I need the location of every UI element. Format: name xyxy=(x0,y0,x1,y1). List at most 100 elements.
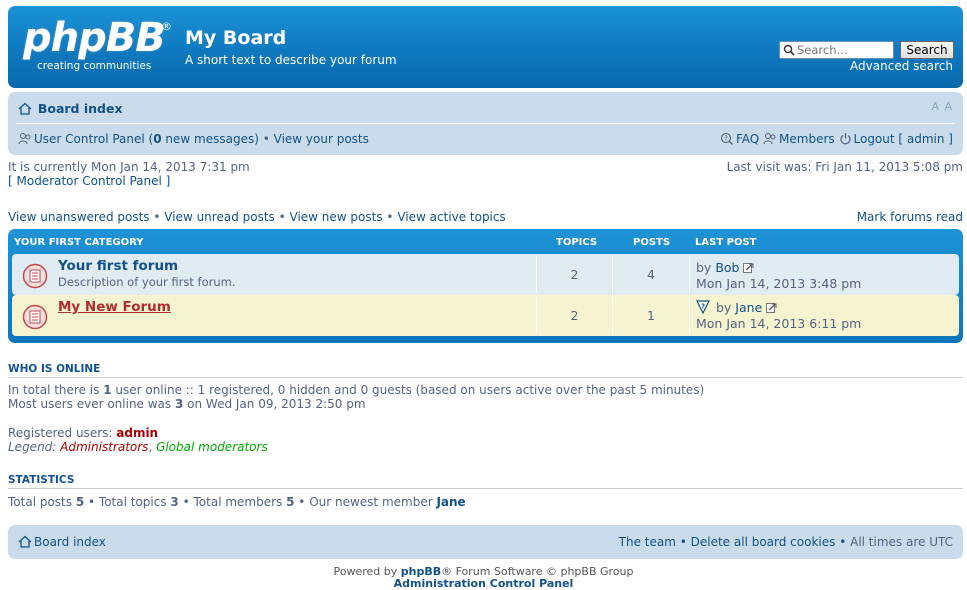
the-team-link[interactable]: The team xyxy=(619,535,676,549)
forum-list: Your first category Topics Posts Last po… xyxy=(8,229,963,343)
search-box: Search xyxy=(779,41,954,59)
who-is-online-link[interactable]: Who is online xyxy=(8,363,100,375)
quick-links: View unanswered posts • View unread post… xyxy=(8,210,506,224)
category-title[interactable]: Your first category xyxy=(14,237,144,248)
new-messages-suffix: new messages) xyxy=(161,132,259,146)
members-link[interactable]: Members xyxy=(779,132,835,146)
font-resize-icon[interactable]: A A xyxy=(931,100,953,113)
forum-posts-count: 4 xyxy=(612,256,689,293)
forum-topics-count: 2 xyxy=(536,297,612,334)
board-index-link[interactable]: Board index xyxy=(38,101,123,116)
ucp-label: User Control Panel ( xyxy=(34,132,154,146)
forum-last-post: by Bob Mon Jan 14, 2013 3:48 pm xyxy=(689,256,959,293)
statistics-heading: Statistics xyxy=(8,474,963,489)
search-input[interactable] xyxy=(779,41,894,59)
navbar-divider xyxy=(16,123,955,124)
board-links: ? FAQ Members Logout [ admin ] xyxy=(720,132,953,148)
last-post-date: Mon Jan 14, 2013 6:11 pm xyxy=(696,316,862,331)
forum-list-header: Your first category Topics Posts Last po… xyxy=(8,235,963,251)
newest-member-link[interactable]: Jane xyxy=(436,495,465,509)
logo-wordmark: phpBB xyxy=(23,15,166,61)
forum-row: My New Forum 2 1 ? by Jane Mon Jan 14, 2… xyxy=(12,295,959,336)
svg-text:?: ? xyxy=(701,303,705,311)
forum-title-link[interactable]: My New Forum xyxy=(58,299,171,315)
footer-navbar: Board index The team • Delete all board … xyxy=(8,525,963,559)
last-post-by: by xyxy=(696,260,716,275)
logo-tagline: creating communities xyxy=(37,60,152,72)
search-icon xyxy=(783,44,795,56)
mark-forums-read-link[interactable]: Mark forums read xyxy=(857,210,963,224)
view-latest-post-icon[interactable] xyxy=(743,263,754,277)
online-record: Most users ever online was 3 on Wed Jan … xyxy=(8,397,366,411)
online-text-a: In total there is xyxy=(8,383,104,397)
active-topics-link[interactable]: View active topics xyxy=(397,210,505,224)
phpbb-logo[interactable]: phpBB ® creating communities xyxy=(23,18,173,78)
unapproved-posts-icon[interactable]: ? xyxy=(696,300,710,317)
navbar: Board index A A User Control Panel (0 ne… xyxy=(8,92,963,155)
total-posts: 5 xyxy=(75,495,85,509)
moderator-control-panel-link[interactable]: [ Moderator Control Panel ] xyxy=(8,174,170,188)
total-topics-label: Total topics xyxy=(98,495,171,509)
footer-breadcrumb: Board index xyxy=(18,535,106,551)
logo-registered-mark: ® xyxy=(161,20,172,33)
administration-control-panel-link[interactable]: Administration Control Panel xyxy=(0,577,967,590)
breadcrumb: Board index xyxy=(18,101,123,119)
forum-last-post: ? by Jane Mon Jan 14, 2013 6:11 pm xyxy=(689,297,959,334)
forum-read-icon xyxy=(22,263,48,289)
record-text-a: Most users ever online was xyxy=(8,397,175,411)
members-icon xyxy=(763,132,777,148)
home-icon xyxy=(18,535,32,551)
forum-topics-count: 2 xyxy=(536,256,612,293)
site-header: phpBB ® creating communities My Board A … xyxy=(8,6,963,88)
last-post-author[interactable]: Bob xyxy=(715,260,739,275)
last-post-author[interactable]: Jane xyxy=(735,300,762,315)
search-button[interactable]: Search xyxy=(900,41,954,59)
last-post-date: Mon Jan 14, 2013 3:48 pm xyxy=(696,276,862,291)
view-latest-post-icon[interactable] xyxy=(766,303,777,317)
delete-cookies-link[interactable]: Delete all board cookies xyxy=(691,535,836,549)
user-panel-icon xyxy=(18,132,32,148)
view-your-posts-link[interactable]: View your posts xyxy=(274,132,369,146)
last-visit: Last visit was: Fri Jan 11, 2013 5:08 pm xyxy=(726,160,963,174)
forum-posts-count: 1 xyxy=(612,297,689,334)
forum-description: Description of your first forum. xyxy=(58,275,236,289)
registered-label: Registered users: xyxy=(8,426,117,440)
unread-posts-link[interactable]: View unread posts xyxy=(164,210,275,224)
user-control-panel-link[interactable]: User Control Panel (0 new messages) xyxy=(34,132,259,146)
current-time: It is currently Mon Jan 14, 2013 7:31 pm xyxy=(8,160,250,174)
registered-user-admin[interactable]: admin xyxy=(116,426,158,440)
column-topics: Topics xyxy=(556,237,598,248)
column-last-post: Last post xyxy=(695,237,757,248)
legend-administrators[interactable]: Administrators xyxy=(60,440,148,454)
forum-read-icon xyxy=(22,304,48,330)
advanced-search-link[interactable]: Advanced search xyxy=(850,59,953,73)
faq-link[interactable]: FAQ xyxy=(736,132,759,146)
statistics-line: Total posts 5 • Total topics 3 • Total m… xyxy=(8,495,466,509)
last-post-by: by xyxy=(715,300,736,315)
svg-text:?: ? xyxy=(724,135,728,143)
user-links: User Control Panel (0 new messages) • Vi… xyxy=(18,132,369,148)
legend-global-moderators[interactable]: Global moderators xyxy=(156,440,268,454)
total-posts-label: Total posts xyxy=(8,495,76,509)
footer-board-index-link[interactable]: Board index xyxy=(34,535,106,549)
logout-link[interactable]: Logout [ admin ] xyxy=(854,132,954,146)
column-posts: Posts xyxy=(633,237,671,248)
registered-users: Registered users: admin xyxy=(8,426,158,440)
online-text-b: user online :: 1 registered, 0 hidden an… xyxy=(111,383,705,397)
site-description: A short text to describe your forum xyxy=(185,53,397,67)
home-icon xyxy=(18,102,32,118)
total-members: 5 xyxy=(286,495,295,509)
legend: Legend: Administrators, Global moderator… xyxy=(8,440,268,454)
online-summary: In total there is 1 user online :: 1 reg… xyxy=(8,383,704,397)
footer-links: The team • Delete all board cookies • Al… xyxy=(618,535,953,549)
new-posts-link[interactable]: View new posts xyxy=(290,210,383,224)
site-title: My Board xyxy=(185,27,287,49)
power-icon xyxy=(839,132,852,148)
timezone-note: All times are UTC xyxy=(850,535,953,549)
unanswered-posts-link[interactable]: View unanswered posts xyxy=(8,210,150,224)
legend-label: Legend xyxy=(8,440,53,454)
forum-title-link[interactable]: Your first forum xyxy=(58,258,178,274)
record-text-b: on Wed Jan 09, 2013 2:50 pm xyxy=(183,397,366,411)
forum-row: Your first forum Description of your fir… xyxy=(12,254,959,295)
faq-icon: ? xyxy=(720,132,734,148)
